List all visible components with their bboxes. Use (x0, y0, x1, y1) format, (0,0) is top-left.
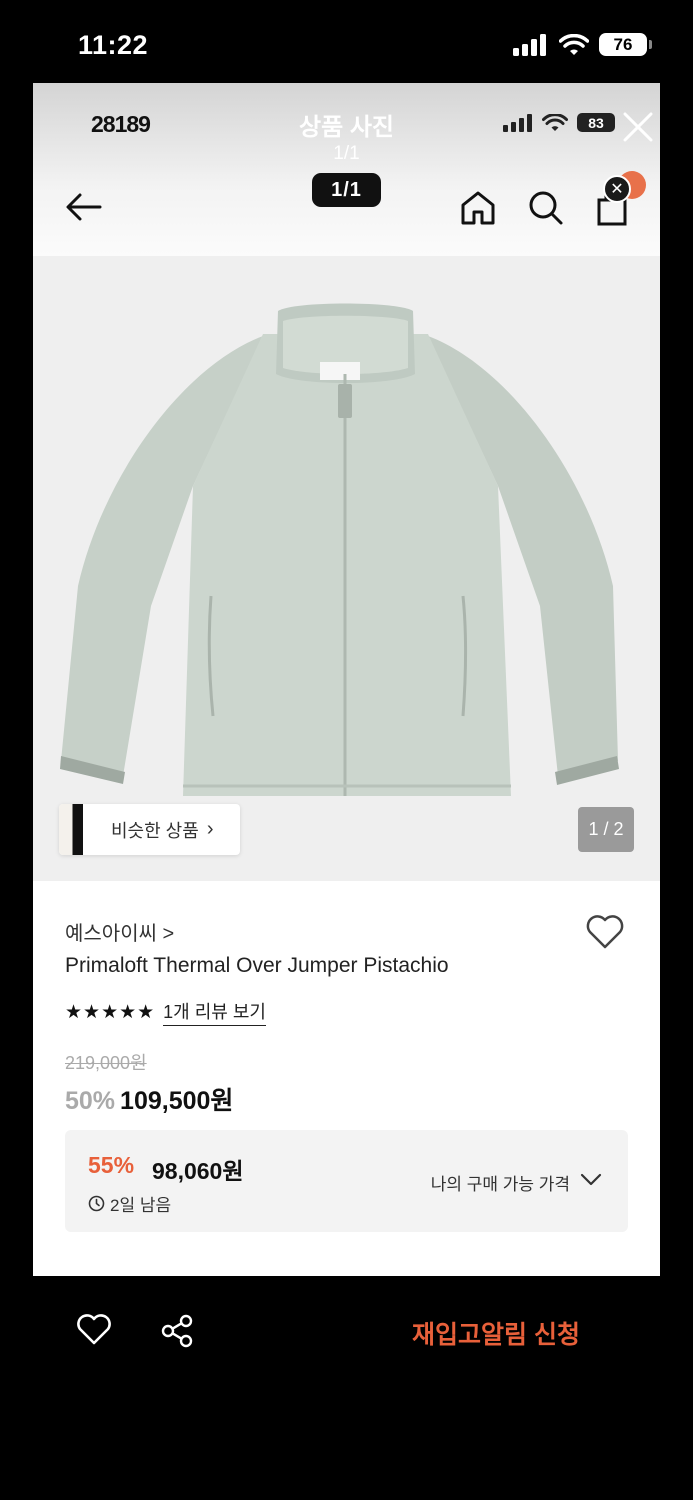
image-viewer: 28189 83 상품 사진 1/1 1/1 ✕ 비슷한 상품 › 1 / 2 … (33, 83, 660, 1276)
wifi-icon (559, 33, 589, 55)
search-icon[interactable] (525, 187, 565, 227)
back-arrow-icon[interactable] (64, 187, 104, 227)
chevron-down-icon (580, 1173, 602, 1186)
photo-counter: 1 / 2 (578, 807, 634, 852)
status-icons: 76 (513, 33, 652, 56)
similar-thumbnail (59, 804, 93, 855)
page-indicator: 1/1 (312, 173, 381, 207)
time-remaining-label: 2일 남음 (110, 1196, 172, 1215)
chevron-right-icon: › (206, 818, 214, 840)
my-price-box[interactable]: 55% 98,060원 2일 남음 나의 구매 가능 가격 (65, 1130, 628, 1232)
jacket-image (60, 303, 619, 796)
my-price-label: 나의 구매 가능 가격 (430, 1175, 570, 1194)
heart-icon[interactable] (76, 1314, 112, 1346)
price-line: 50% 109,500원 (65, 1081, 233, 1117)
share-icon[interactable] (160, 1314, 194, 1348)
original-price: 219,000원 (65, 1053, 147, 1073)
similar-products-label: 비슷한 상품 (111, 820, 199, 841)
viewer-count: 1/1 (333, 143, 360, 164)
sale-price: 109,500원 (120, 1087, 234, 1115)
status-bar: 11:22 76 (0, 0, 693, 90)
restock-alert-button[interactable]: 재입고알림 신청 (412, 1315, 580, 1351)
close-icon[interactable]: ✕ (603, 175, 631, 203)
discount-rate: 50% (65, 1087, 116, 1115)
viewer-header: 28189 83 상품 사진 1/1 1/1 ✕ (33, 83, 660, 256)
clock-icon (88, 1195, 105, 1212)
rating: ★★★★★ 1개 리뷰 보기 (65, 998, 266, 1026)
brand-link[interactable]: 예스아이씨 > (65, 917, 174, 946)
status-time: 11:22 (78, 30, 149, 60)
my-discount-rate: 55% (88, 1152, 135, 1178)
review-link[interactable]: 1개 리뷰 보기 (163, 998, 266, 1026)
product-photo[interactable]: 비슷한 상품 › 1 / 2 (33, 256, 660, 881)
heart-icon[interactable] (585, 914, 625, 950)
home-icon[interactable] (458, 187, 498, 227)
product-title: Primaloft Thermal Over Jumper Pistachio (65, 954, 449, 977)
bottom-action-bar: 재입고알림 신청 (0, 1276, 693, 1396)
viewer-title: 상품 사진 (299, 114, 394, 141)
similar-products-button[interactable]: 비슷한 상품 › (59, 804, 240, 855)
close-icon[interactable] (620, 109, 656, 145)
signal-icon (513, 33, 546, 56)
time-remaining: 2일 남음 (88, 1191, 171, 1216)
battery-indicator: 76 (599, 33, 652, 56)
star-rating: ★★★★★ (65, 1001, 156, 1023)
my-price-amount: 98,060원 (152, 1158, 244, 1184)
